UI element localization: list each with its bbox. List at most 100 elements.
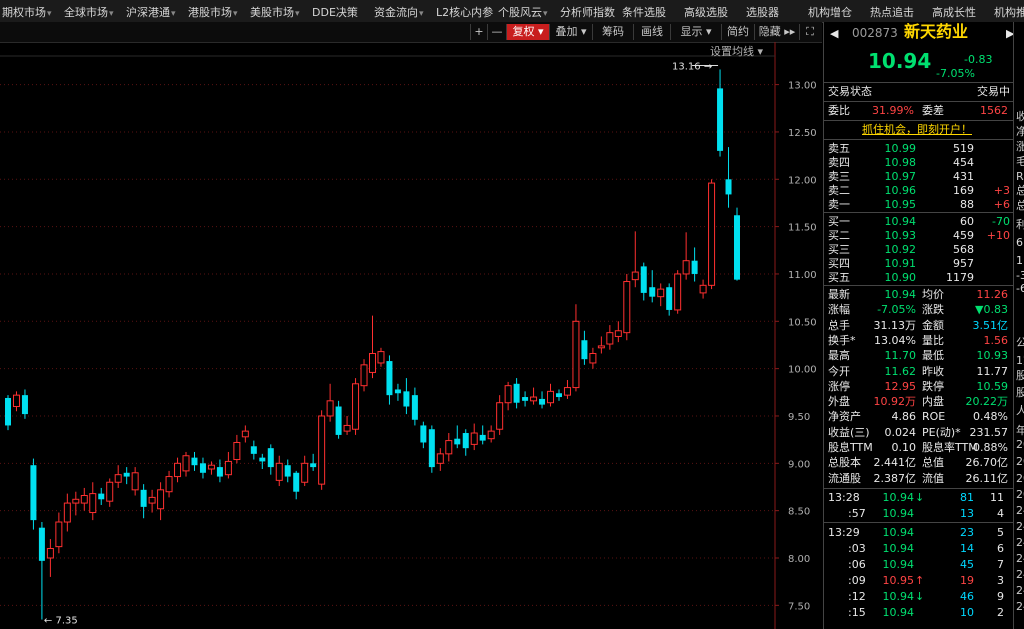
- candle-body: [734, 215, 740, 280]
- divider: [824, 285, 1014, 286]
- menu-item-1[interactable]: 全球市场▾: [64, 4, 114, 20]
- candle-body: [63, 502, 71, 523]
- tick-row: :57 10.94 13 4: [824, 506, 1014, 521]
- tick-row: :09 10.95 ↑ 19 3: [824, 573, 1014, 588]
- menu-item-2[interactable]: 沪深港通▾: [126, 4, 176, 20]
- draw-line-button[interactable]: 画线: [633, 24, 670, 40]
- candle-body: [38, 527, 45, 561]
- stat-label: 涨停: [828, 379, 850, 393]
- open-account-link[interactable]: 抓住机会，即刻开户！: [862, 122, 972, 137]
- stat-value: 10.94: [884, 288, 917, 301]
- y-tick-label: 9.00: [788, 459, 810, 470]
- kline-chart[interactable]: 13.00 12.50 12.00 11.50 11.00 10.50 10.00 9.50 9…: [0, 42, 822, 629]
- zoom-out-button[interactable]: —: [487, 24, 506, 40]
- price-row: 10.94 -0.83 -7.05%: [824, 51, 1014, 82]
- y-tick-label: 12.00: [788, 175, 817, 186]
- menu-item-15[interactable]: 高成长性: [932, 4, 976, 20]
- level-label: 卖四: [828, 156, 850, 169]
- candle-body: [539, 398, 546, 405]
- level-volume: 431: [953, 170, 974, 183]
- fullscreen-icon[interactable]: ⛶: [799, 24, 820, 40]
- stock-name: 新天药业: [904, 22, 969, 41]
- menu-item-16[interactable]: 机构推: [994, 4, 1024, 20]
- stock-code: 002873: [852, 26, 898, 40]
- candle-body: [123, 472, 130, 477]
- stat-value: 11.70: [884, 349, 917, 363]
- menu-item-7[interactable]: L2核心内参: [436, 4, 493, 20]
- hide-button[interactable]: 隐藏 ▸▸: [754, 24, 799, 40]
- stat-value: -7.05%: [877, 303, 916, 317]
- overlay-dropdown[interactable]: 叠加 ▾: [549, 24, 592, 40]
- menu-item-10[interactable]: 条件选股: [622, 4, 666, 20]
- menu-item-12[interactable]: 选股器: [746, 4, 779, 20]
- menu-item-4[interactable]: 美股市场▾: [250, 4, 300, 20]
- menu-item-5[interactable]: DDE决策: [312, 4, 358, 20]
- stat-value: 31.13万: [873, 318, 917, 332]
- buy-level: 买五 10.90 1179: [824, 270, 1014, 285]
- stat-row: 净资产 4.86 ROE 0.48%: [824, 409, 1014, 424]
- level-label: 买三: [828, 243, 850, 256]
- level-label: 买四: [828, 257, 850, 270]
- stock-header: ◀ 002873 新天药业 ▶: [824, 22, 1014, 46]
- stat-label: 涨跌: [922, 303, 944, 317]
- y-tick-label: 12.50: [788, 128, 817, 139]
- promo-row: 抓住机会，即刻开户！: [824, 122, 1014, 137]
- menu-item-11[interactable]: 高级选股: [684, 4, 728, 20]
- stat-row: 涨停 12.95 跌停 10.59: [824, 379, 1014, 394]
- tick-row: :03 10.94 14 6: [824, 541, 1014, 556]
- menu-item-0[interactable]: 期权市场▾: [2, 4, 52, 20]
- y-tick-label: 10.50: [788, 317, 817, 328]
- side-panel-text: 利: [1016, 216, 1024, 232]
- level-change: +6: [993, 198, 1010, 211]
- display-dropdown[interactable]: 显示 ▾: [670, 24, 721, 40]
- tick-time: :12: [848, 590, 866, 603]
- level-price: 10.91: [884, 257, 917, 270]
- stat-row: 最新 10.94 均价 11.26: [824, 287, 1014, 302]
- tick-direction-icon: ↓: [915, 590, 925, 603]
- ma-settings-button[interactable]: 设置均线 ▾: [710, 44, 763, 58]
- candle-body: [55, 521, 63, 548]
- menu-item-label: 高级选股: [684, 6, 728, 19]
- stat-value: 4.86: [891, 410, 917, 424]
- stat-value: 26.70亿: [965, 456, 1009, 470]
- stat-label: 今开: [828, 364, 850, 378]
- candle-body: [191, 457, 198, 466]
- divider: [824, 101, 1014, 102]
- candle-body: [640, 266, 647, 293]
- menu-item-label: DDE决策: [312, 6, 358, 19]
- stat-value: 0.88%: [973, 441, 1008, 454]
- menu-item-8[interactable]: 个股风云▾: [498, 4, 548, 20]
- tick-time: :03: [848, 542, 866, 555]
- zoom-in-button[interactable]: +: [470, 24, 487, 40]
- weicha-label: 委差: [922, 104, 944, 117]
- menu-item-label: L2核心内参: [436, 6, 494, 19]
- sell-level: 卖二 10.96 169 +3: [824, 183, 1014, 198]
- stat-value: 0.10: [891, 441, 917, 454]
- candle-body: [335, 406, 342, 435]
- stat-value: 11.77: [976, 364, 1009, 378]
- level-volume: 88: [960, 198, 974, 211]
- level-volume: 459: [953, 229, 974, 242]
- fuquan-dropdown[interactable]: 复权 ▾: [506, 24, 549, 40]
- candle-body: [522, 397, 529, 401]
- stat-label: 净资产: [828, 410, 861, 424]
- menu-item-9[interactable]: 分析师指数: [560, 4, 615, 20]
- side-panel-text: 总: [1016, 182, 1024, 198]
- menu-item-14[interactable]: 热点追击: [870, 4, 914, 20]
- candle-body: [589, 352, 597, 364]
- menu-item-13[interactable]: 机构增仓: [808, 4, 852, 20]
- candle-body: [5, 397, 11, 426]
- menu-item-6[interactable]: 资金流向▾: [374, 4, 424, 20]
- simple-button[interactable]: 简约: [721, 24, 754, 40]
- stat-value: 10.93: [976, 349, 1009, 363]
- tick-row: 13:29 10.94 23 5: [824, 525, 1014, 540]
- side-panel-text: 24: [1016, 504, 1024, 517]
- menu-item-3[interactable]: 港股市场▾: [188, 4, 238, 20]
- chip-button[interactable]: 筹码: [592, 24, 633, 40]
- side-panel-text: 24: [1016, 520, 1024, 533]
- menu-item-label: 港股市场: [188, 6, 232, 19]
- candle-body: [479, 434, 486, 441]
- candle-body: [606, 332, 614, 345]
- stat-value: 1.56: [983, 333, 1009, 347]
- sell-level: 卖一 10.95 88 +6: [824, 197, 1014, 212]
